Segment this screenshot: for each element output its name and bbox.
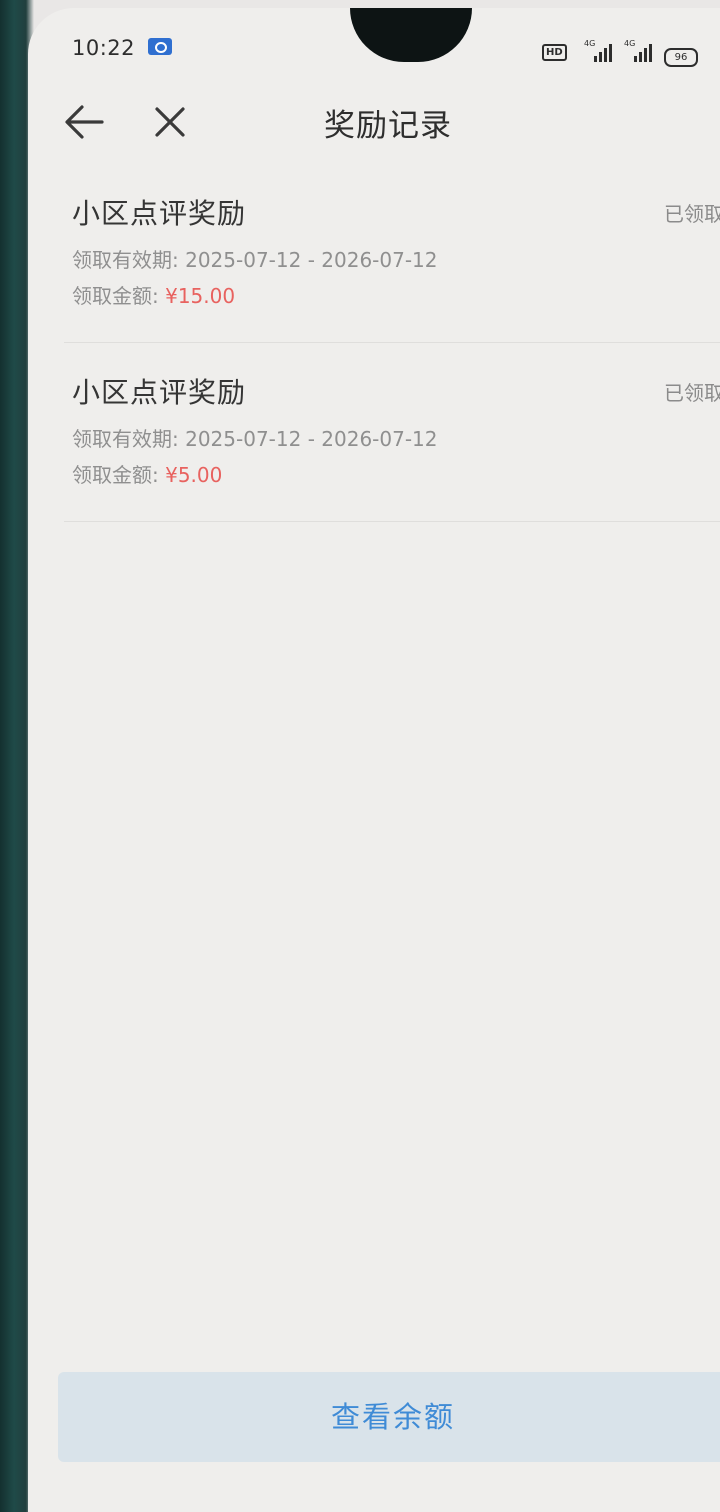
status-badge: 已领取 xyxy=(664,381,720,405)
page-title: 奖励记录 xyxy=(324,108,452,144)
reward-record-list: 小区点评奖励 已领取 领取有效期: 2025-07-12 - 2026-07-1… xyxy=(28,164,720,522)
list-item[interactable]: 小区点评奖励 已领取 领取有效期: 2025-07-12 - 2026-07-1… xyxy=(64,343,720,522)
signal-label: 4G xyxy=(584,39,596,48)
signal-label: 4G xyxy=(624,39,636,48)
signal-icon: 4G xyxy=(624,39,656,62)
nav-bar: 奖励记录 xyxy=(28,88,720,164)
status-badge: 已领取 xyxy=(664,202,720,226)
list-item[interactable]: 小区点评奖励 已领取 领取有效期: 2025-07-12 - 2026-07-1… xyxy=(64,164,720,343)
record-title: 小区点评奖励 xyxy=(72,197,247,230)
record-amount: 领取金额: ¥15.00 xyxy=(72,280,235,309)
amount-label: 领取金额: xyxy=(72,284,159,308)
status-time: 10:22 xyxy=(72,36,136,60)
amount-value: ¥15.00 xyxy=(165,284,236,308)
record-title: 小区点评奖励 xyxy=(72,376,247,409)
validity-value: 2025-07-12 - 2026-07-12 xyxy=(185,427,438,451)
validity-value: 2025-07-12 - 2026-07-12 xyxy=(185,248,438,272)
amount-label: 领取金额: xyxy=(72,463,159,487)
view-balance-button[interactable]: 查看余额 xyxy=(58,1372,720,1462)
validity-label: 领取有效期: xyxy=(72,248,179,272)
phone-screen: 10:22 HD 4G 4G 96 奖励记录 小区点评奖励 已领取 领取有效期:… xyxy=(28,8,720,1512)
notification-app-icon xyxy=(148,38,172,55)
record-validity: 领取有效期: 2025-07-12 - 2026-07-12 xyxy=(72,423,438,452)
validity-label: 领取有效期: xyxy=(72,427,179,451)
close-icon[interactable] xyxy=(150,102,190,142)
hd-icon: HD xyxy=(542,44,567,61)
signal-icon: 4G xyxy=(584,39,616,62)
device-frame: 10:22 HD 4G 4G 96 奖励记录 小区点评奖励 已领取 领取有效期:… xyxy=(0,0,720,1512)
arrow-left-icon[interactable] xyxy=(62,102,106,142)
record-amount: 领取金额: ¥5.00 xyxy=(72,459,222,488)
record-validity: 领取有效期: 2025-07-12 - 2026-07-12 xyxy=(72,244,438,273)
battery-icon: 96 xyxy=(664,48,698,67)
amount-value: ¥5.00 xyxy=(165,463,223,487)
